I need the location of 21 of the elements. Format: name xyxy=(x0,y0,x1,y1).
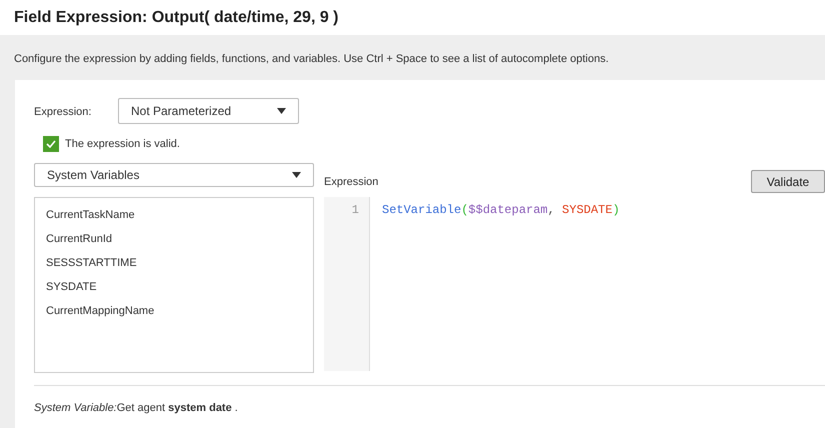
code-editor[interactable]: SetVariable($$dateparam, SYSDATE) xyxy=(370,197,825,371)
info-text: Get agent system date . xyxy=(116,401,238,416)
validate-button[interactable]: Validate xyxy=(751,170,825,193)
dropdown[interactable]: Not Parameterized xyxy=(118,98,299,124)
list-item[interactable]: SESSSTARTTIME xyxy=(45,251,313,275)
check-icon xyxy=(46,140,56,148)
description: Configure the expression by adding fields, functions, and variables. Use Ctrl + Space to see a list of autocomplete options. xyxy=(13,52,610,67)
info-label: System Variable: xyxy=(34,401,117,416)
field-label: Expression: xyxy=(34,105,92,120)
list-item[interactable]: SYSDATE xyxy=(45,275,313,299)
caret-icon xyxy=(277,108,286,114)
list-item[interactable]: CurrentMappingName xyxy=(45,299,313,323)
code-line: SetVariable($$dateparam, SYSDATE) xyxy=(382,202,621,219)
status-text: The expression is valid. xyxy=(65,136,180,152)
line-number: 1 xyxy=(352,202,359,219)
list-item[interactable]: CurrentTaskName xyxy=(45,203,313,227)
dropdown[interactable]: System Variables xyxy=(34,163,314,187)
list-item[interactable]: CurrentRunId xyxy=(45,227,313,251)
caret-icon xyxy=(292,172,301,178)
dialog-title: Field Expression: Output( date/time, 29, 9 ) xyxy=(14,8,338,28)
editor-label: Expression xyxy=(324,175,378,190)
